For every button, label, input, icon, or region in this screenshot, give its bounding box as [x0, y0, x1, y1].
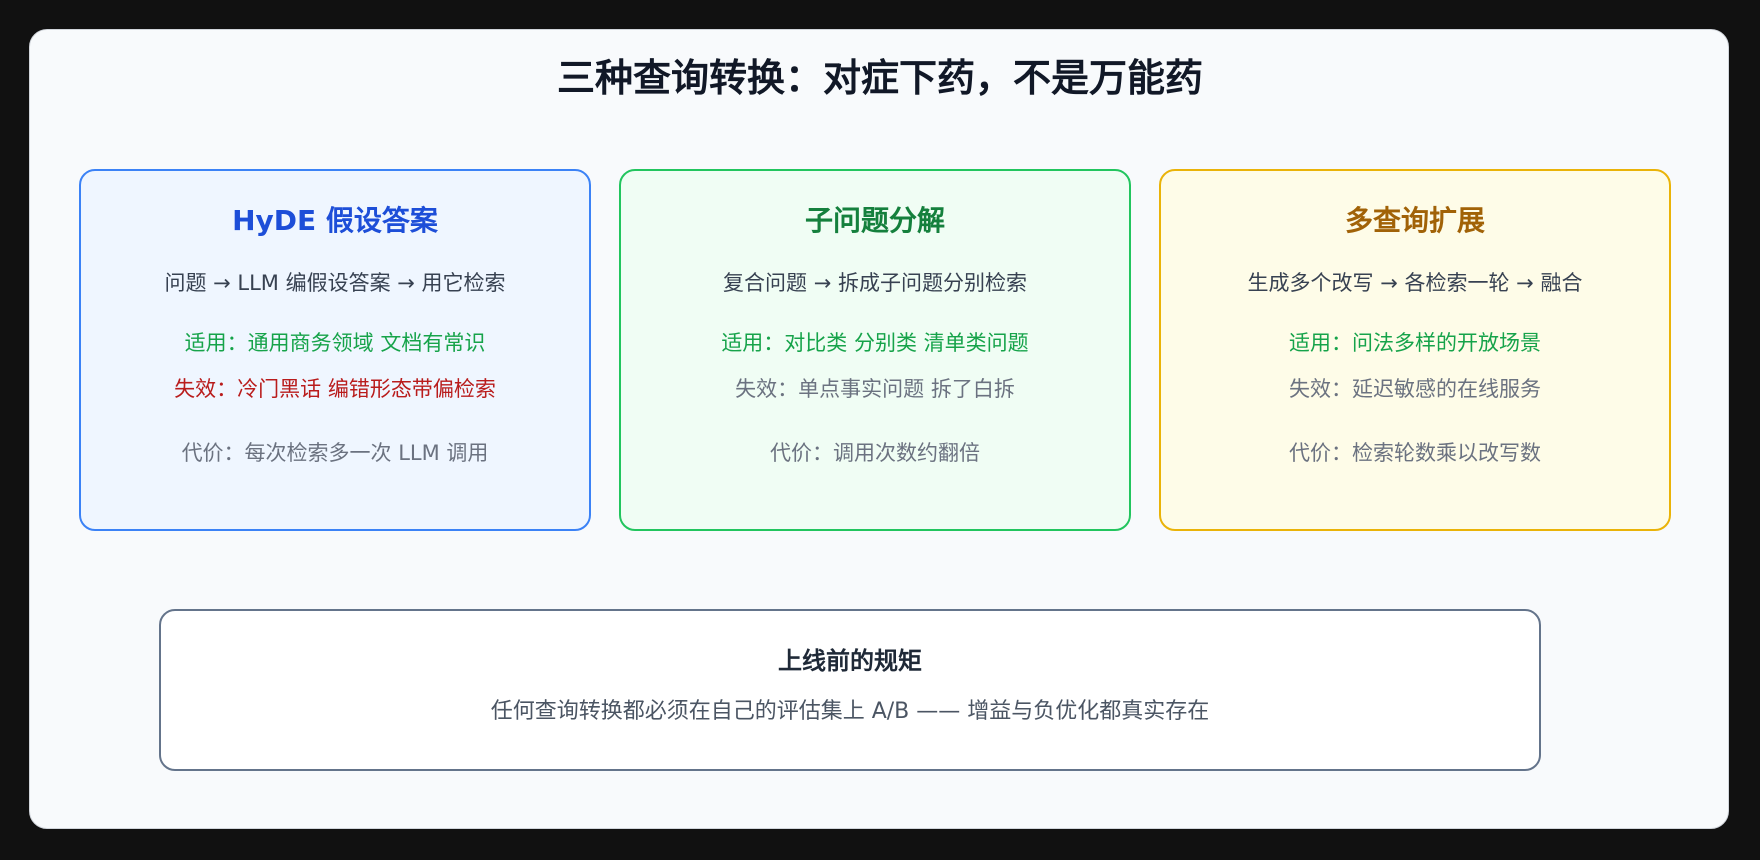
card-title: HyDE 假设答案	[232, 204, 438, 237]
card-cost: 代价：每次检索多一次 LLM 调用	[181, 441, 489, 465]
card-fail: 失效：单点事实问题 拆了白拆	[735, 377, 1015, 401]
card-title: 多查询扩展	[1344, 204, 1485, 237]
card-title: 子问题分解	[804, 204, 945, 237]
card-apply: 适用：问法多样的开放场景	[1289, 331, 1541, 355]
rule-box: 上线前的规矩 任何查询转换都必须在自己的评估集上 A/B —— 增益与负优化都真…	[159, 609, 1541, 771]
card-apply: 适用：通用商务领域 文档有常识	[184, 331, 486, 355]
card-subquestion: 子问题分解 复合问题 → 拆成子问题分别检索 适用：对比类 分别类 清单类问题 …	[619, 169, 1131, 531]
card-fail: 失效：延迟敏感的在线服务	[1289, 377, 1541, 401]
card-flow: 复合问题 → 拆成子问题分别检索	[723, 271, 1027, 295]
card-apply: 适用：对比类 分别类 清单类问题	[721, 331, 1029, 355]
card-cost: 代价：调用次数约翻倍	[770, 441, 980, 465]
card-cost: 代价：检索轮数乘以改写数	[1289, 441, 1541, 465]
card-flow: 问题 → LLM 编假设答案 → 用它检索	[164, 271, 506, 295]
card-fail: 失效：冷门黑话 编错形态带偏检索	[174, 377, 496, 401]
card-hyde: HyDE 假设答案 问题 → LLM 编假设答案 → 用它检索 适用：通用商务领…	[79, 169, 591, 531]
rule-title: 上线前的规矩	[778, 647, 922, 675]
rule-text: 任何查询转换都必须在自己的评估集上 A/B —— 增益与负优化都真实存在	[490, 699, 1210, 724]
diagram-title: 三种查询转换：对症下药，不是万能药	[556, 56, 1203, 100]
card-multiquery: 多查询扩展 生成多个改写 → 各检索一轮 → 融合 适用：问法多样的开放场景 失…	[1159, 169, 1671, 531]
card-flow: 生成多个改写 → 各检索一轮 → 融合	[1247, 271, 1583, 295]
